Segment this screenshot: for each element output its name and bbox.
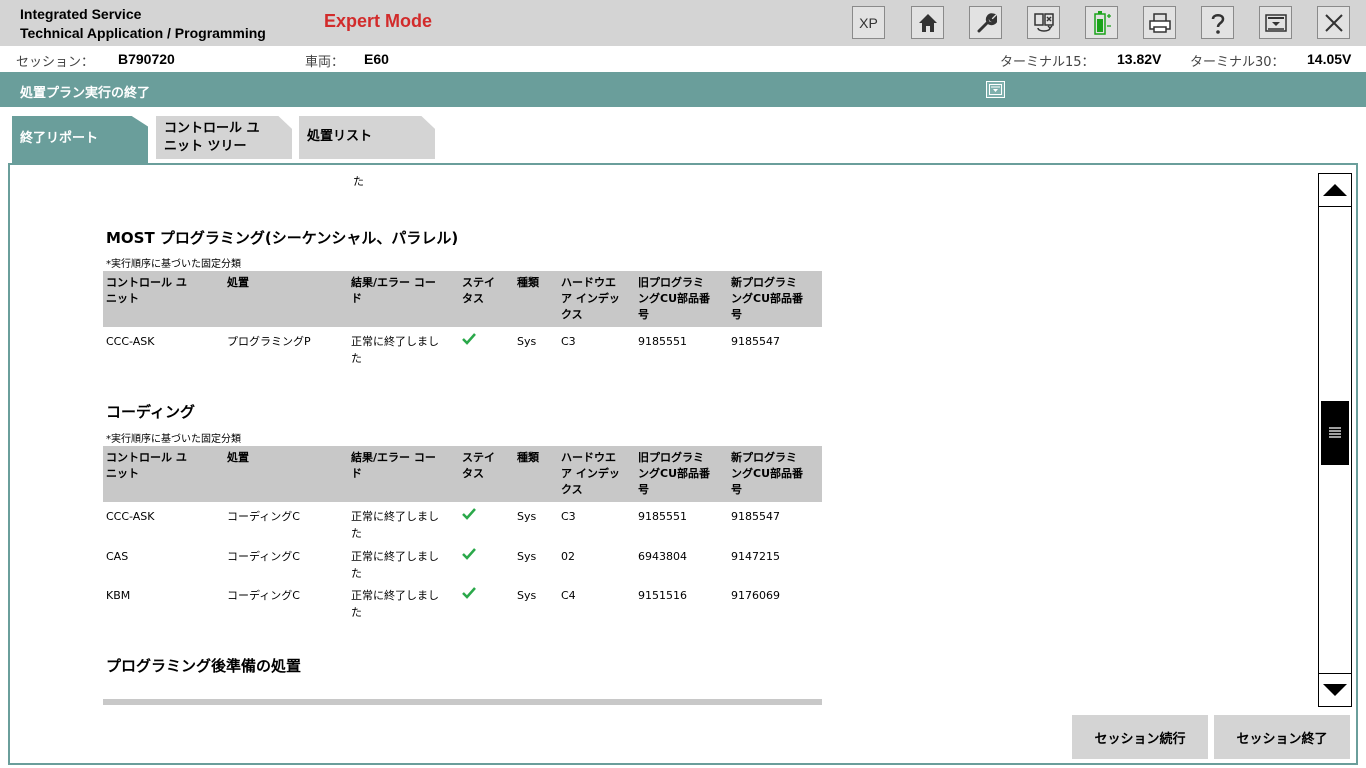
tab-action-list[interactable]: 処置リスト <box>299 116 435 159</box>
table-header: コントロール ユニット 処置 結果/エラー コード ステイ タス 種類 ハードウエ… <box>103 271 822 327</box>
collapse-icon <box>989 84 1002 95</box>
terminal15-label: ターミナル15： <box>1000 55 1095 70</box>
top-bar: Integrated Service Technical Application… <box>0 0 1366 46</box>
horizontal-scrollbar[interactable] <box>103 699 822 705</box>
menu-button[interactable] <box>1259 6 1292 39</box>
printer-icon <box>1148 12 1171 33</box>
settings-button[interactable] <box>969 6 1002 39</box>
report-frame: た MOST プログラミング(シーケンシャル、パラレル) *実行順序に基づいた固… <box>8 163 1358 765</box>
tab-control-unit-tree[interactable]: コントロール ユ ニット ツリー <box>156 116 292 159</box>
session-label: セッション： <box>16 55 95 70</box>
section-title: プログラミング後準備の処置 <box>106 657 302 675</box>
xp-button[interactable]: XP <box>852 6 885 39</box>
home-button[interactable] <box>911 6 944 39</box>
triangle-down-icon <box>1323 684 1347 696</box>
print-button[interactable] <box>1143 6 1176 39</box>
check-icon <box>462 587 476 599</box>
report-content[interactable]: た MOST プログラミング(シーケンシャル、パラレル) *実行順序に基づいた固… <box>10 165 1310 705</box>
page-title-bar: 処置プラン実行の終了 <box>0 72 1366 107</box>
table-row: CAS コーディングC 正常に終了しました Sys 02 6943804 914… <box>106 548 780 580</box>
check-icon <box>462 548 476 560</box>
app-title: Integrated Service Technical Application… <box>20 6 266 41</box>
triangle-up-icon <box>1323 184 1347 196</box>
tab-final-report[interactable]: 終了リポート <box>12 116 148 164</box>
table-row: CCC-ASK コーディングC 正常に終了しました Sys C3 9185551… <box>106 508 780 540</box>
section-title: MOST プログラミング(シーケンシャル、パラレル) <box>106 229 459 247</box>
terminal30-label: ターミナル30： <box>1190 55 1285 70</box>
home-icon <box>918 13 937 32</box>
grip-icon <box>1329 427 1341 438</box>
vehicle-value: E60 <box>364 51 389 67</box>
text-fragment: た <box>353 175 364 188</box>
help-button[interactable] <box>1201 6 1234 39</box>
mode-label: Expert Mode <box>324 11 433 31</box>
terminal15-value: 13.82V <box>1117 51 1162 67</box>
continue-session-button[interactable]: セッション続行 <box>1072 715 1208 759</box>
end-session-button[interactable]: セッション終了 <box>1214 715 1350 759</box>
section-note: *実行順序に基づいた固定分類 <box>106 434 241 445</box>
scroll-thumb[interactable] <box>1321 401 1349 465</box>
check-icon <box>462 508 476 520</box>
scroll-up-button[interactable] <box>1319 174 1351 207</box>
close-button[interactable] <box>1317 6 1350 39</box>
battery-icon <box>1093 10 1111 35</box>
close-icon <box>1324 13 1343 32</box>
swap-icon <box>1033 12 1054 32</box>
check-icon <box>462 333 476 345</box>
session-value: B790720 <box>118 51 175 67</box>
terminal30-value: 14.05V <box>1307 51 1352 67</box>
swap-button[interactable] <box>1027 6 1060 39</box>
vertical-scrollbar[interactable] <box>1318 173 1352 707</box>
help-icon <box>1211 13 1224 34</box>
section-note: *実行順序に基づいた固定分類 <box>106 259 241 270</box>
info-bar: セッション： B790720 車両： E60 ターミナル15： 13.82V タ… <box>0 46 1366 72</box>
battery-button[interactable] <box>1085 6 1118 39</box>
scroll-down-button[interactable] <box>1319 673 1351 706</box>
wrench-icon <box>977 12 997 32</box>
table-row: CCC-ASK プログラミングP 正常に終了しました Sys C3 918555… <box>106 333 780 365</box>
section-title: コーディング <box>106 403 195 421</box>
collapse-button[interactable] <box>986 81 1005 98</box>
table-row: KBM コーディングC 正常に終了しました Sys C4 9151516 917… <box>106 587 780 619</box>
vehicle-label: 車両： <box>305 55 345 70</box>
page-title: 処置プラン実行の終了 <box>20 86 151 101</box>
table-header: コントロール ユニット 処置 結果/エラー コード ステイ タス 種類 ハードウエ… <box>103 446 822 502</box>
dropdown-icon <box>1264 13 1287 32</box>
